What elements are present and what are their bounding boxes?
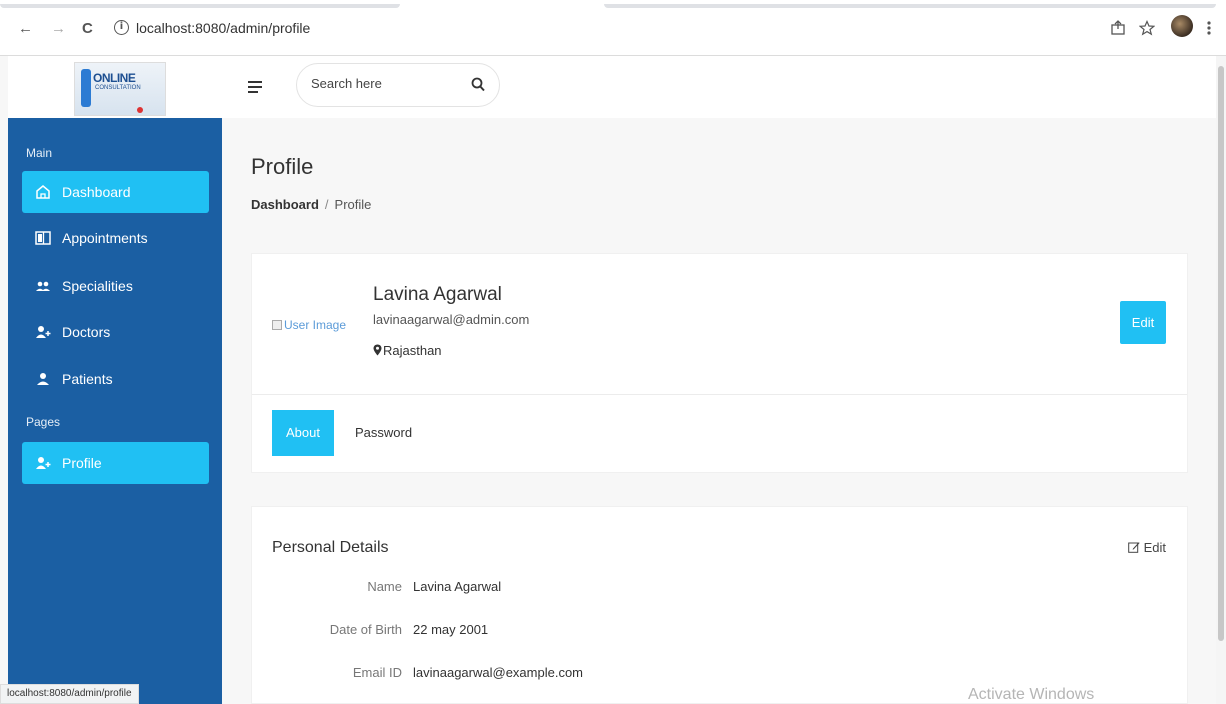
search-box (296, 63, 500, 107)
sidebar-item-patients[interactable]: Patients (22, 358, 209, 400)
detail-key: Name (367, 579, 402, 594)
scrollbar[interactable] (1216, 56, 1226, 704)
sidebar-item-doctors[interactable]: Doctors (22, 311, 209, 353)
detail-key: Date of Birth (329, 622, 402, 637)
map-marker-icon (373, 344, 382, 356)
sidebar: Main Dashboard Appointments Specialities… (8, 118, 222, 704)
edit-profile-button[interactable]: Edit (1120, 301, 1166, 344)
profile-avatar[interactable] (1171, 15, 1193, 37)
sidebar-item-label: Dashboard (62, 184, 131, 200)
page-title: Profile (251, 154, 314, 179)
address-bar[interactable]: i localhost:8080/admin/profile (106, 17, 1106, 41)
scrollbar-thumb[interactable] (1218, 66, 1224, 641)
activate-windows-watermark: Activate Windows (968, 686, 1095, 703)
personal-details-title: Personal Details (272, 539, 389, 556)
user-location-text: Rajasthan (383, 343, 442, 358)
browser-tab[interactable] (604, 4, 1216, 8)
edit-icon (1128, 542, 1140, 553)
site-info-icon[interactable]: i (114, 20, 129, 35)
card-divider (252, 394, 1187, 395)
breadcrumb-current: Profile (334, 197, 372, 212)
sidebar-item-profile[interactable]: Profile (22, 442, 209, 484)
user-image-alt: User Image (284, 318, 347, 332)
breadcrumb-separator: / (324, 197, 329, 212)
tab-password[interactable]: Password (341, 410, 426, 456)
user-plus-icon (36, 326, 51, 338)
menu-toggle-icon[interactable] (248, 81, 262, 93)
status-bar-url: localhost:8080/admin/profile (0, 684, 139, 704)
detail-value: 22 may 2001 (413, 622, 489, 637)
breadcrumb-dashboard-link[interactable]: Dashboard (251, 197, 319, 212)
forward-button[interactable]: → (51, 20, 66, 38)
logo-area: ONLINE CONSULTATION (8, 56, 222, 118)
sidebar-item-appointments[interactable]: Appointments (22, 217, 209, 259)
breadcrumb: Dashboard / Profile (251, 197, 371, 212)
user-email: lavinaagarwal@admin.com (373, 312, 530, 327)
bookmark-star-icon[interactable] (1139, 20, 1155, 36)
top-header (222, 56, 1216, 118)
sidebar-item-label: Doctors (62, 324, 111, 340)
sidebar-item-label: Patients (62, 371, 113, 387)
users-icon (36, 281, 50, 291)
logo[interactable]: ONLINE CONSULTATION (74, 62, 166, 116)
broken-image-icon (272, 320, 282, 330)
user-name: Lavina Agarwal (373, 284, 502, 305)
personal-details-card: Personal Details Edit Name Lavina Agarwa… (251, 506, 1188, 704)
profile-header-card: User Image Lavina Agarwal lavinaagarwal@… (251, 253, 1188, 473)
search-input[interactable] (311, 76, 461, 91)
edit-label: Edit (1143, 540, 1166, 555)
sidebar-item-label: Profile (62, 455, 102, 471)
detail-value: lavinaagarwal@example.com (413, 665, 583, 680)
user-icon (37, 373, 49, 385)
share-icon[interactable] (1110, 20, 1126, 36)
sidebar-section-main: Main (26, 146, 53, 160)
sidebar-section-pages: Pages (26, 415, 61, 429)
logo-subtext: CONSULTATION (95, 85, 141, 91)
tab-strip (0, 0, 1226, 8)
detail-value: Lavina Agarwal (413, 579, 502, 594)
menu-dots-icon[interactable] (1206, 20, 1212, 36)
reload-button[interactable]: C (82, 20, 93, 38)
sidebar-item-dashboard[interactable]: Dashboard (22, 171, 209, 213)
user-plus-icon (36, 457, 51, 469)
sidebar-item-specialities[interactable]: Specialities (22, 265, 209, 307)
detail-key: Email ID (352, 665, 402, 680)
logo-text: ONLINE (93, 71, 136, 85)
tab-about[interactable]: About (272, 410, 334, 456)
sidebar-item-label: Specialities (62, 278, 133, 294)
user-image: User Image (272, 318, 346, 332)
back-button[interactable]: ← (18, 20, 33, 38)
layout-icon (35, 231, 51, 245)
sidebar-item-label: Appointments (62, 230, 148, 246)
home-icon (36, 185, 50, 199)
browser-toolbar: ← → C i localhost:8080/admin/profile (0, 0, 1226, 56)
search-icon[interactable] (471, 77, 485, 93)
logo-dot (137, 107, 143, 113)
url-text[interactable]: localhost:8080/admin/profile (136, 20, 310, 36)
logo-figure (81, 69, 91, 107)
browser-tab[interactable] (0, 4, 400, 8)
edit-personal-details-link[interactable]: Edit (1128, 540, 1166, 555)
user-location: Rajasthan (373, 343, 442, 358)
